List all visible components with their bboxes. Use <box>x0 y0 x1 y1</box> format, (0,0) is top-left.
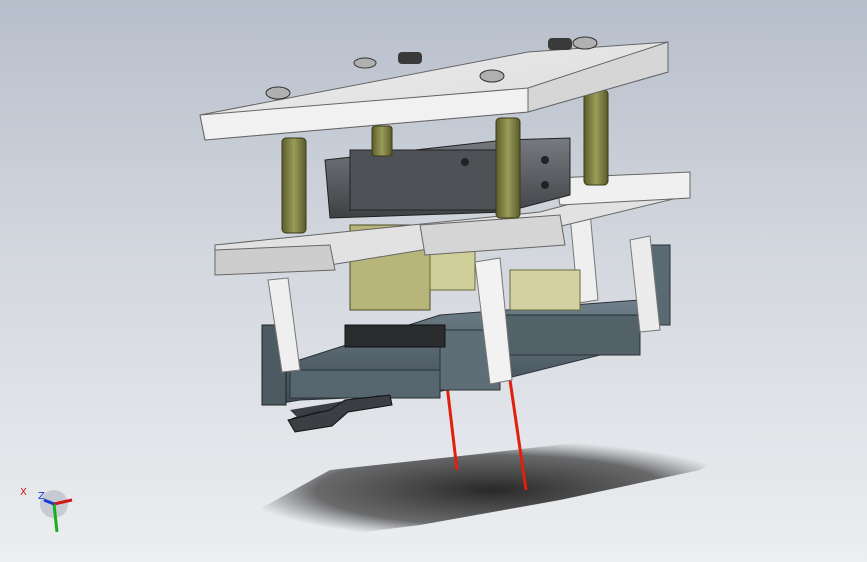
die-block <box>344 324 446 348</box>
coordinate-triad: X Z <box>14 484 84 544</box>
cad-model-view[interactable] <box>0 0 867 562</box>
graphics-area[interactable]: X Z <box>0 0 867 562</box>
x-axis-label: X <box>20 487 27 498</box>
ground-shadow <box>240 440 745 540</box>
pneumatic-cylinder <box>324 137 571 219</box>
z-axis-label: Z <box>38 491 45 502</box>
